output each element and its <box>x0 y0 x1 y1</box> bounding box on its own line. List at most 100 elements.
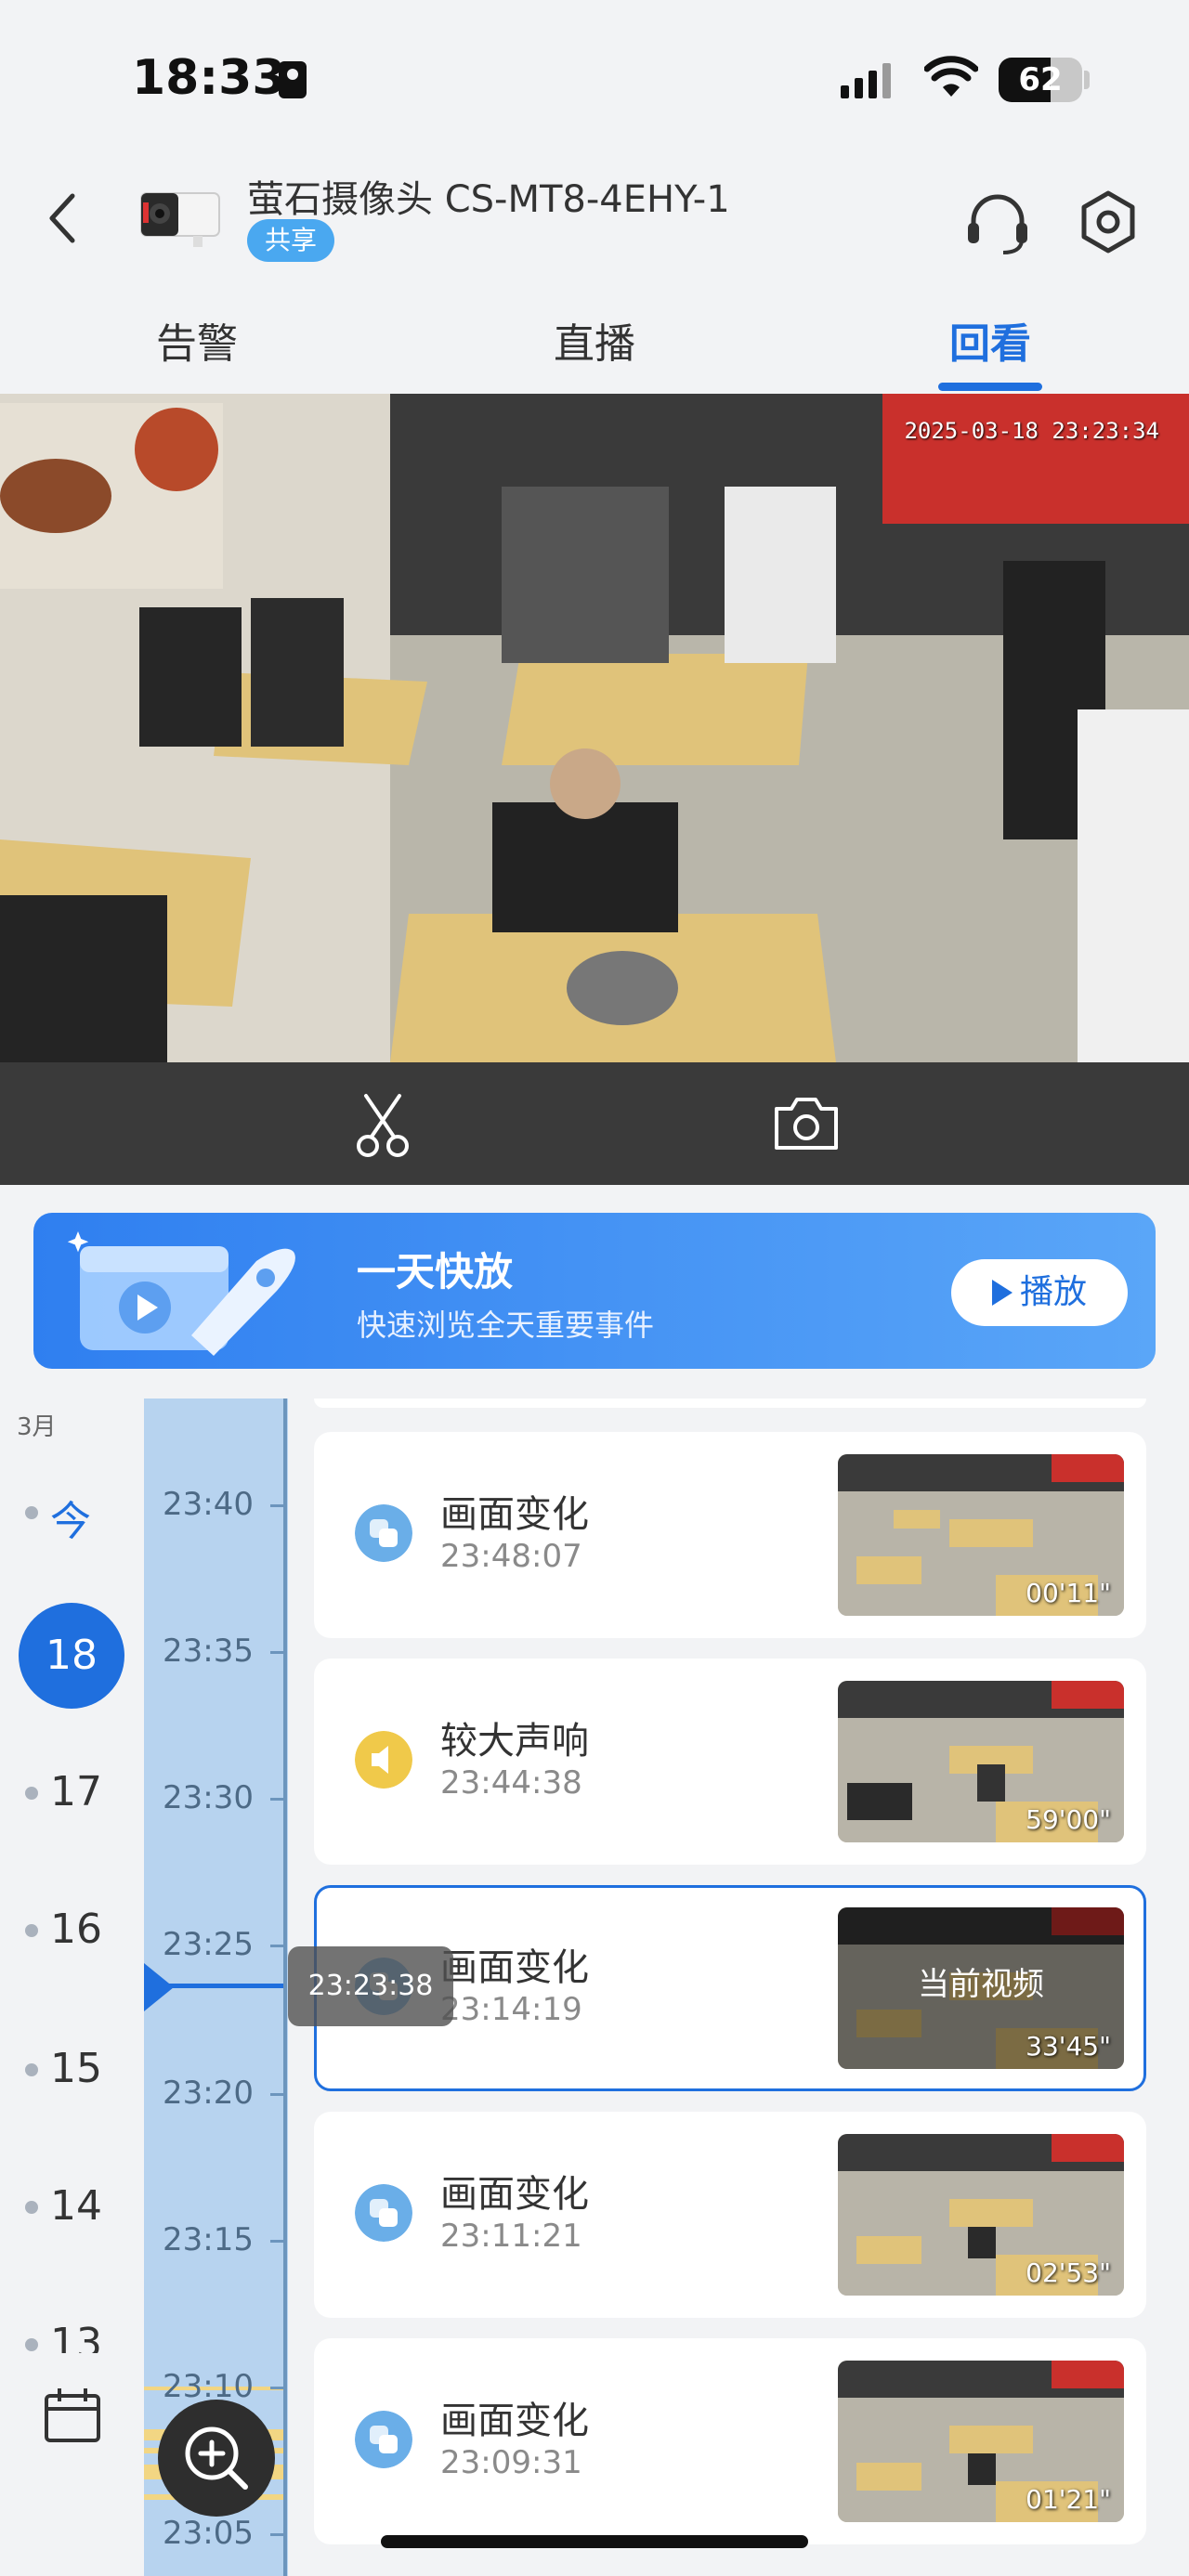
video-frame <box>0 394 1189 1062</box>
event-duration: 33'45" <box>1026 2031 1111 2062</box>
headset-icon[interactable] <box>962 188 1033 258</box>
event-time: 23:11:21 <box>440 2218 582 2255</box>
banner-subtitle: 快速浏览全天重要事件 <box>357 1308 655 1343</box>
event-thumbnail[interactable]: 当前视频 33'45" <box>838 1907 1124 2069</box>
timeline-edge <box>283 1399 287 2576</box>
event-card[interactable]: 画面变化 23:11:21 02'53" <box>314 2112 1146 2318</box>
date-dot <box>25 2338 38 2351</box>
tick-mark <box>270 1945 283 1947</box>
calendar-icon[interactable] <box>43 2387 102 2444</box>
event-card[interactable]: 画面变化 23:09:31 01'21" <box>314 2338 1146 2544</box>
event-duration: 00'11" <box>1026 1578 1111 1608</box>
event-card-partial <box>314 1399 1146 1408</box>
event-title: 画面变化 <box>440 2400 589 2442</box>
tick-mark <box>270 2240 283 2243</box>
month-label: 3月 <box>17 1413 57 1441</box>
battery-icon: 62 <box>999 58 1082 102</box>
video-toolbar <box>0 1062 1189 1185</box>
daily-highlight-banner[interactable]: 一天快放 快速浏览全天重要事件 播放 <box>33 1213 1156 1369</box>
tick-label: 23:30 <box>163 1779 254 1816</box>
timeline-cursor-arrow-icon[interactable] <box>144 1963 174 2011</box>
date-item-today[interactable]: 今 <box>0 1469 144 1553</box>
date-item-13[interactable]: 13 <box>0 2301 144 2353</box>
date-dot <box>25 2201 38 2214</box>
event-thumbnail[interactable]: 00'11" <box>838 1454 1124 1616</box>
video-player[interactable]: 2025-03-18 23:23:34 <box>0 394 1189 1062</box>
play-button[interactable]: 播放 <box>951 1259 1128 1326</box>
tab-bar: 告警 直播 回看 <box>0 297 1189 394</box>
fast-forward-illustration-icon <box>67 1231 295 1356</box>
settings-icon[interactable] <box>1078 189 1139 254</box>
date-label: 14 <box>50 2182 102 2230</box>
tick-mark <box>270 2093 283 2096</box>
event-time: 23:48:07 <box>440 1538 582 1575</box>
id-card-icon <box>279 61 307 98</box>
home-indicator <box>381 2535 808 2548</box>
zoom-in-icon <box>185 2426 248 2490</box>
event-time: 23:44:38 <box>440 1764 582 1802</box>
date-label: 15 <box>50 2045 102 2092</box>
tick-label: 23:40 <box>163 1486 254 1523</box>
event-time: 23:09:31 <box>440 2444 582 2481</box>
tick-mark <box>270 1651 283 1654</box>
event-duration: 01'21" <box>1026 2484 1111 2515</box>
play-button-label: 播放 <box>1019 1273 1087 1311</box>
zoom-in-button[interactable] <box>158 2400 275 2517</box>
tick-label: 23:15 <box>163 2221 254 2258</box>
tick-mark <box>270 2533 283 2536</box>
date-dot <box>25 1787 38 1800</box>
date-dot <box>25 1506 38 1519</box>
tick-label: 23:05 <box>163 2515 254 2552</box>
date-dot <box>25 1924 38 1937</box>
event-card[interactable]: 较大声响 23:44:38 59'00" <box>314 1659 1146 1865</box>
date-item-15[interactable]: 15 <box>0 2026 144 2110</box>
event-thumbnail[interactable]: 01'21" <box>838 2361 1124 2522</box>
date-label: 13 <box>50 2320 102 2353</box>
device-name: 萤石摄像头 CS-MT8-4EHY-1 <box>247 178 730 221</box>
event-card[interactable]: 画面变化 23:48:07 00'11" <box>314 1432 1146 1638</box>
tick-label: 23:25 <box>163 1926 254 1963</box>
video-timestamp: 2025-03-18 23:23:34 <box>904 418 1159 444</box>
tick-label: 23:20 <box>163 2075 254 2112</box>
screenshot-camera-icon[interactable] <box>771 1094 842 1153</box>
back-arrow-icon[interactable] <box>41 190 87 246</box>
date-label: 16 <box>50 1906 102 1953</box>
date-label: 今 <box>50 1498 91 1545</box>
tab-playback[interactable]: 回看 <box>897 310 1083 370</box>
date-item-17[interactable]: 17 <box>0 1750 144 1833</box>
event-title: 画面变化 <box>440 1946 589 1989</box>
banner-title: 一天快放 <box>357 1249 514 1295</box>
motion-detect-icon <box>355 2184 412 2242</box>
event-title: 较大声响 <box>440 1720 589 1763</box>
play-icon <box>991 1280 1013 1306</box>
share-badge: 共享 <box>247 219 334 262</box>
header: 萤石摄像头 CS-MT8-4EHY-1 共享 <box>0 149 1189 288</box>
date-dot <box>25 2063 38 2076</box>
battery-tip <box>1084 71 1090 89</box>
tick-mark <box>270 1504 283 1507</box>
loud-sound-icon <box>355 1731 412 1789</box>
wifi-icon <box>924 56 978 97</box>
event-time: 23:14:19 <box>440 1991 582 2028</box>
tick-mark <box>270 2387 283 2389</box>
date-label: 17 <box>50 1768 102 1815</box>
event-thumbnail[interactable]: 59'00" <box>838 1681 1124 1842</box>
tab-active-indicator <box>938 383 1042 391</box>
date-item-16[interactable]: 16 <box>0 1887 144 1971</box>
tab-live[interactable]: 直播 <box>502 310 687 370</box>
tab-alerts[interactable]: 告警 <box>104 310 290 370</box>
tick-mark <box>270 1798 283 1801</box>
event-title: 画面变化 <box>440 1493 589 1536</box>
camera-device-icon <box>140 192 220 247</box>
battery-level: 62 <box>1018 61 1063 98</box>
status-bar: 18:33 62 <box>0 0 1189 139</box>
scissors-icon[interactable] <box>353 1092 412 1159</box>
status-time: 18:33 <box>132 50 286 106</box>
cellular-signal-icon <box>841 61 891 98</box>
motion-detect-icon <box>355 1504 412 1562</box>
date-item-14[interactable]: 14 <box>0 2164 144 2247</box>
date-item-selected[interactable]: 18 <box>19 1603 124 1709</box>
tick-label: 23:35 <box>163 1633 254 1670</box>
event-duration: 02'53" <box>1026 2257 1111 2288</box>
event-thumbnail[interactable]: 02'53" <box>838 2134 1124 2296</box>
